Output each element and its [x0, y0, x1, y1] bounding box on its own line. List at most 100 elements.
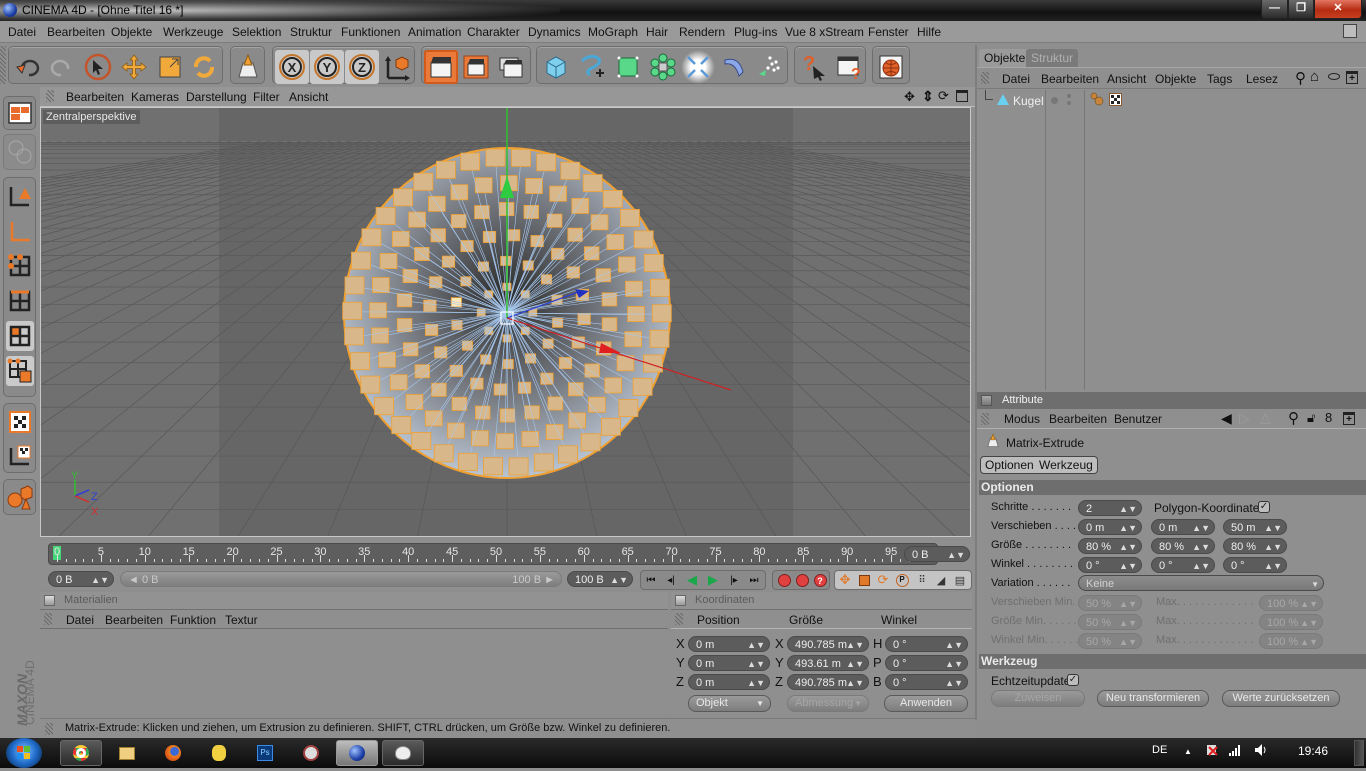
power-icon[interactable]	[1205, 743, 1219, 762]
rotation-b-field[interactable]: 0 °▲▼	[885, 674, 968, 690]
scheme-icon[interactable]: ▤	[950, 571, 970, 589]
current-frame-field[interactable]: 0 B▲▼	[904, 546, 970, 562]
layout-icon[interactable]	[6, 98, 34, 128]
object-axis-icon[interactable]	[6, 216, 34, 246]
home-icon[interactable]: ⌂	[1310, 68, 1319, 85]
winkel-max-field[interactable]: 100 %▲▼	[1259, 633, 1323, 649]
menu-charakter[interactable]: Charakter	[467, 25, 520, 39]
verschieben-y-field[interactable]: 0 m▲▼	[1151, 519, 1215, 535]
autokey-icon[interactable]	[796, 574, 809, 587]
search-icon[interactable]: ⚲	[1295, 69, 1306, 87]
neu-transformieren-button[interactable]: Neu transformieren	[1097, 690, 1209, 707]
viewport-menu-bearbeiten[interactable]: Bearbeiten	[66, 90, 124, 104]
matrix-extrude-icon[interactable]	[231, 50, 265, 84]
coordinate-grip[interactable]	[675, 613, 683, 625]
nurbs-icon[interactable]	[611, 50, 645, 84]
taskbar-paint[interactable]	[382, 740, 424, 766]
material-menu-bearbeiten[interactable]: Bearbeiten	[105, 613, 163, 627]
material-menu-funktion[interactable]: Funktion	[170, 613, 216, 627]
taskbar-cinema4d[interactable]	[336, 740, 378, 766]
material-menu-textur[interactable]: Textur	[225, 613, 258, 627]
coordinate-system-icon[interactable]	[380, 50, 414, 84]
lock-icon[interactable]: 🔓︎	[1307, 410, 1315, 426]
tab-objekte[interactable]: Objekte	[979, 49, 1030, 67]
uv-mode-icon[interactable]	[6, 356, 34, 386]
attribute-menu-bearbeiten[interactable]: Bearbeiten	[1049, 412, 1107, 426]
material-menu-datei[interactable]: Datei	[66, 613, 94, 627]
verschieben-z-field[interactable]: 50 m▲▼	[1223, 519, 1287, 535]
scale-key-icon[interactable]	[859, 575, 870, 586]
web-icon[interactable]	[874, 50, 908, 84]
position-key-icon[interactable]: ✥	[835, 571, 855, 589]
panel-toggle-checkbox[interactable]	[675, 595, 686, 606]
parameter-key-icon[interactable]: P	[896, 574, 909, 587]
object-menu-lesezeichen[interactable]: Lesez	[1246, 72, 1278, 86]
panel-toggle-checkbox[interactable]	[981, 395, 992, 406]
preview-range-slider[interactable]: ◄ 0 B 100 B ►	[120, 571, 562, 587]
attribute-menu-modus[interactable]: Modus	[1004, 412, 1040, 426]
eye-icon[interactable]	[1328, 73, 1340, 80]
position-y-field[interactable]: 0 m▲▼	[688, 655, 770, 671]
tab-werkzeug[interactable]: Werkzeug	[1035, 456, 1098, 474]
object-menu-bearbeiten[interactable]: Bearbeiten	[1041, 72, 1099, 86]
size-z-field[interactable]: 490.785 m▲▼	[787, 674, 869, 690]
menu-bearbeiten[interactable]: Bearbeiten	[47, 25, 105, 39]
taskbar-clock-app[interactable]	[290, 740, 332, 766]
back-arrow-icon[interactable]: ◀	[1221, 410, 1232, 427]
menu-animation[interactable]: Animation	[408, 25, 461, 39]
size-x-field[interactable]: 490.785 m▲▼	[787, 636, 869, 652]
render-visibility-dot[interactable]	[1067, 94, 1071, 98]
phong-tag-icon[interactable]	[1090, 92, 1104, 109]
scale-icon[interactable]	[153, 50, 187, 84]
render-settings-icon[interactable]	[494, 50, 528, 84]
winkel-h-field[interactable]: 0 °▲▼	[1078, 557, 1142, 573]
z-axis-lock-icon[interactable]: Z	[345, 50, 379, 84]
cube-icon[interactable]	[539, 50, 573, 84]
start-button[interactable]	[6, 738, 42, 768]
size-mode-dropdown[interactable]: Abmessung▼	[787, 695, 869, 712]
viewport-menu-kameras[interactable]: Kameras	[131, 90, 179, 104]
move-view-icon[interactable]: ✥	[904, 89, 915, 105]
zoom-view-icon[interactable]: ⇕	[922, 88, 934, 105]
toolbar-grip[interactable]	[0, 46, 6, 84]
live-selection-icon[interactable]	[81, 50, 115, 84]
layout-switch-icon[interactable]	[1343, 24, 1357, 38]
verschieben-min-field[interactable]: 50 %▲▼	[1078, 595, 1142, 611]
script-help-icon[interactable]: ?	[832, 50, 866, 84]
object-menu-objekte[interactable]: Objekte	[1155, 72, 1196, 86]
taskbar-fallout[interactable]	[198, 740, 240, 766]
deformer-icon[interactable]	[681, 50, 715, 84]
menu-rendern[interactable]: Rendern	[679, 25, 725, 39]
points-mode-icon[interactable]	[6, 251, 34, 281]
texture-mode-icon[interactable]	[6, 407, 34, 437]
play-forward-icon[interactable]: ▶	[703, 571, 723, 589]
size-y-field[interactable]: 493.61 m▲▼	[787, 655, 869, 671]
point-level-icon[interactable]: ⠿	[912, 571, 932, 589]
groesse-z-field[interactable]: 80 %▲▼	[1223, 538, 1287, 554]
tab-optionen[interactable]: Optionen	[980, 456, 1039, 474]
menu-vue[interactable]: Vue 8 xStream	[785, 25, 864, 39]
menu-funktionen[interactable]: Funktionen	[341, 25, 400, 39]
object-row-kugel[interactable]: Kugel	[977, 90, 1366, 110]
new-panel-icon[interactable]: +	[1346, 71, 1358, 84]
taskbar-firefox[interactable]	[152, 740, 194, 766]
verschieben-x-field[interactable]: 0 m▲▼	[1078, 519, 1142, 535]
verschieben-max-field[interactable]: 100 %▲▼	[1259, 595, 1323, 611]
redo-icon[interactable]	[45, 50, 79, 84]
menu-selektion[interactable]: Selektion	[232, 25, 281, 39]
move-icon[interactable]	[117, 50, 151, 84]
material-list-area[interactable]	[40, 630, 668, 714]
position-z-field[interactable]: 0 m▲▼	[688, 674, 770, 690]
position-x-field[interactable]: 0 m▲▼	[688, 636, 770, 652]
clock[interactable]: 19:46	[1298, 744, 1328, 758]
winkel-min-field[interactable]: 50 %▲▼	[1078, 633, 1142, 649]
viewport-menu-grip[interactable]	[46, 90, 54, 102]
step-back-icon[interactable]: ◂|	[661, 571, 681, 589]
attribute-menu-benutzer[interactable]: Benutzer	[1114, 412, 1162, 426]
viewport-menu-ansicht[interactable]: Ansicht	[289, 90, 328, 104]
rotation-p-field[interactable]: 0 °▲▼	[885, 655, 968, 671]
render-view-icon[interactable]	[424, 50, 458, 84]
attribute-menu-grip[interactable]	[981, 413, 989, 425]
x-axis-lock-icon[interactable]: X	[275, 50, 309, 84]
menu-dynamics[interactable]: Dynamics	[528, 25, 581, 39]
